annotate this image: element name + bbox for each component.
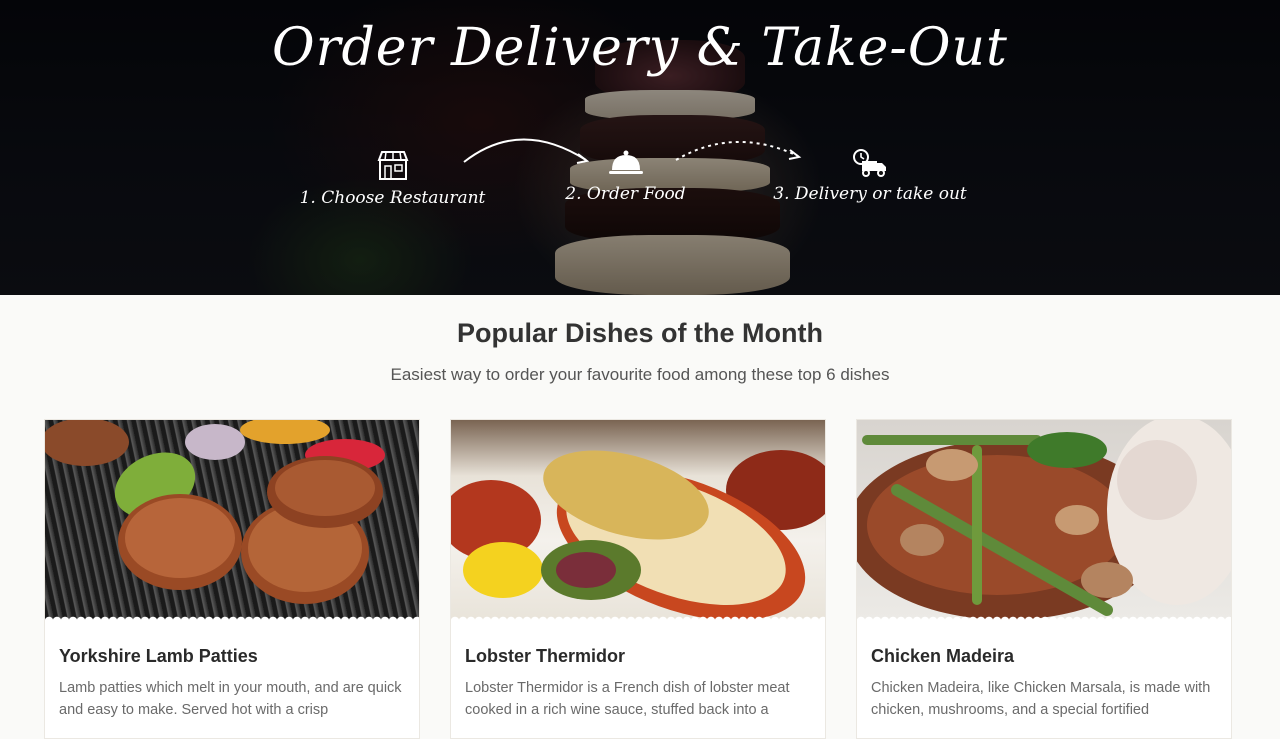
dish-description: Chicken Madeira, like Chicken Marsala, i… [871, 680, 1211, 718]
dish-card-list: Yorkshire Lamb Patties Lamb patties whic… [44, 419, 1234, 739]
section-subtitle: Easiest way to order your favourite food… [390, 365, 890, 384]
dish-title[interactable]: Chicken Madeira [871, 646, 1014, 667]
store-icon [377, 151, 408, 180]
step-label: 2. Order Food [565, 184, 686, 204]
lobster-thermidor-image [451, 450, 825, 620]
food-cloche-icon [608, 150, 643, 174]
lamb-patties-image [45, 420, 385, 604]
step-label: 1. Choose Restaurant [299, 188, 486, 208]
dish-image[interactable] [45, 420, 419, 620]
step-label: 3. Delivery or take out [773, 184, 967, 204]
chicken-madeira-image [857, 420, 1231, 620]
dish-image[interactable] [451, 420, 825, 620]
dish-description: Lobster Thermidor is a French dish of lo… [465, 680, 790, 718]
dish-title[interactable]: Yorkshire Lamb Patties [59, 646, 258, 667]
dish-image[interactable] [857, 420, 1231, 620]
hero-banner: Order Delivery & Take-Out 1. Choose Rest… [0, 0, 1280, 295]
section-title: Popular Dishes of the Month [456, 318, 823, 348]
step-delivery-or-takeout: 3. Delivery or take out [755, 148, 985, 204]
dish-description: Lamb patties which melt in your mouth, a… [59, 680, 402, 718]
delivery-truck-icon [853, 149, 886, 177]
dish-title[interactable]: Lobster Thermidor [465, 646, 625, 667]
hero-title: Order Delivery & Take-Out [272, 18, 1008, 78]
dish-card[interactable]: Lobster Thermidor Lobster Thermidor is a… [450, 419, 826, 739]
dish-card[interactable]: Yorkshire Lamb Patties Lamb patties whic… [44, 419, 420, 739]
dish-card[interactable]: Chicken Madeira Chicken Madeira, like Ch… [856, 419, 1232, 739]
